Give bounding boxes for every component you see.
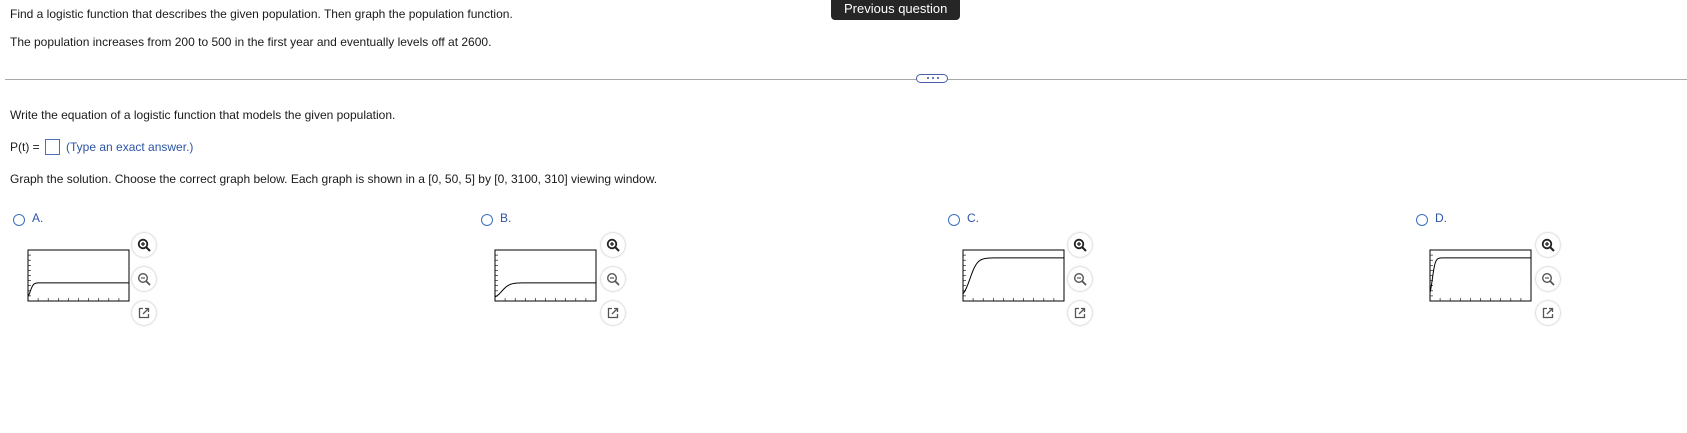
option-c-popout-button[interactable]	[1068, 301, 1092, 325]
graph-instruction: Graph the solution. Choose the correct g…	[10, 172, 658, 186]
option-d-zoom-out-button[interactable]	[1536, 267, 1560, 291]
option-a-zoom-in-button[interactable]	[132, 233, 156, 257]
option-b-zoom-in-button[interactable]	[601, 233, 625, 257]
zoom-out-icon	[1541, 272, 1555, 286]
option-a-label[interactable]: A.	[32, 211, 43, 225]
option-c-zoom-in-button[interactable]	[1068, 233, 1092, 257]
external-link-icon	[1074, 307, 1086, 319]
answer-prefix: P(t) =	[10, 140, 40, 154]
option-b-radio[interactable]	[481, 214, 493, 226]
zoom-out-icon	[137, 272, 151, 286]
option-c-graph	[962, 249, 1065, 302]
option-b-graph	[494, 249, 597, 302]
zoom-in-icon	[1541, 238, 1555, 252]
zoom-in-icon	[137, 238, 151, 252]
option-a-radio[interactable]	[13, 214, 25, 226]
option-b-zoom-out-button[interactable]	[601, 267, 625, 291]
option-c-radio[interactable]	[948, 214, 960, 226]
option-a-graph	[27, 249, 130, 302]
option-a-zoom-out-button[interactable]	[132, 267, 156, 291]
option-d-zoom-in-button[interactable]	[1536, 233, 1560, 257]
external-link-icon	[138, 307, 150, 319]
option-d-graph	[1429, 249, 1532, 302]
answer-input[interactable]	[45, 139, 60, 155]
external-link-icon	[607, 307, 619, 319]
previous-question-button[interactable]: Previous question	[831, 0, 961, 20]
section-divider	[5, 79, 1687, 80]
option-c-zoom-out-button[interactable]	[1068, 267, 1092, 291]
option-d-popout-button[interactable]	[1536, 301, 1560, 325]
graph-frame	[27, 249, 130, 302]
problem-statement: Find a logistic function that describes …	[10, 7, 513, 21]
answer-hint: (Type an exact answer.)	[66, 140, 194, 154]
graph-frame	[494, 249, 597, 302]
zoom-out-icon	[606, 272, 620, 286]
problem-detail: The population increases from 200 to 500…	[10, 35, 492, 49]
zoom-in-icon	[606, 238, 620, 252]
external-link-icon	[1542, 307, 1554, 319]
zoom-in-icon	[1073, 238, 1087, 252]
option-c-label[interactable]: C.	[967, 211, 979, 225]
expand-dots-button[interactable]	[916, 74, 948, 83]
option-d-radio[interactable]	[1416, 214, 1428, 226]
option-d-label[interactable]: D.	[1435, 211, 1447, 225]
option-b-popout-button[interactable]	[601, 301, 625, 325]
option-a-popout-button[interactable]	[132, 301, 156, 325]
option-b-label[interactable]: B.	[500, 211, 511, 225]
question-instruction: Write the equation of a logistic functio…	[10, 108, 396, 122]
zoom-out-icon	[1073, 272, 1087, 286]
